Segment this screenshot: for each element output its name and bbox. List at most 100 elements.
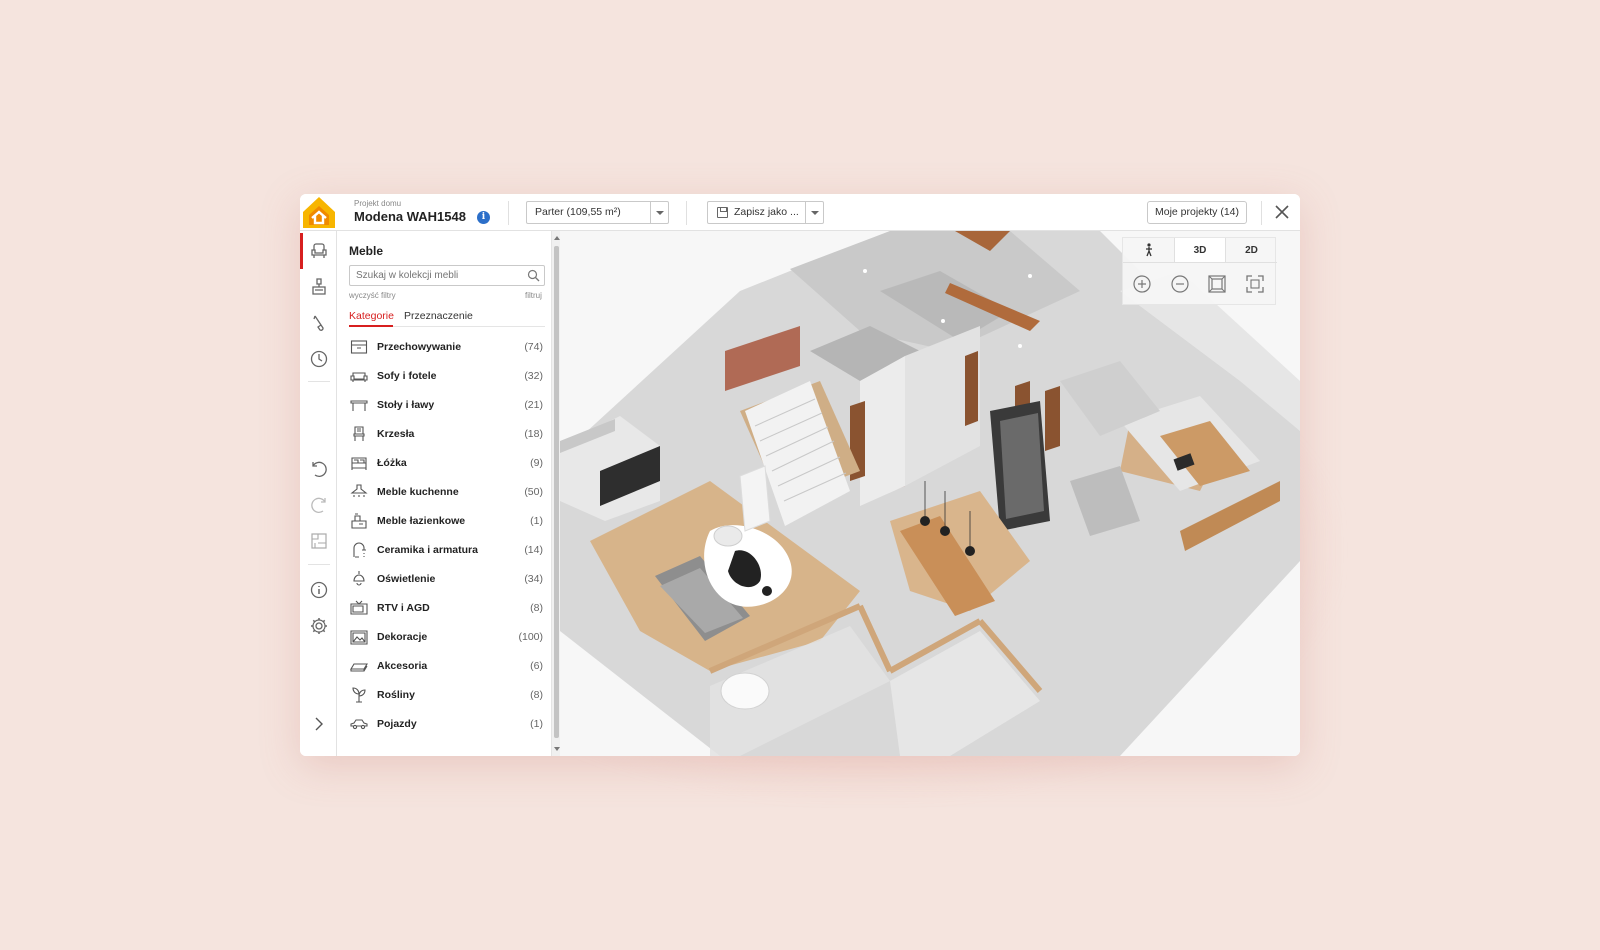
rug-icon [350, 663, 368, 672]
zoom-in-icon[interactable] [1131, 273, 1153, 295]
category-label: Oświetlenie [377, 573, 436, 585]
project-label: Projekt domu [354, 199, 402, 208]
category-count: (74) [524, 341, 543, 353]
category-label: Meble łazienkowe [377, 515, 466, 527]
category-label: Pojazdy [377, 718, 417, 730]
logo-icon [303, 197, 335, 228]
furniture-panel: Meble wyczyść filtry filtruj Kategorie P… [338, 231, 558, 756]
zoom-out-icon[interactable] [1169, 273, 1191, 295]
tool-rail [300, 231, 337, 756]
3d-mode-button[interactable]: 3D [1174, 238, 1225, 263]
chevron-right-icon[interactable] [309, 714, 329, 734]
clear-filters-link[interactable]: wyczyść filtry [349, 291, 396, 300]
chair-icon [353, 426, 365, 441]
my-projects-button[interactable]: Moje projekty (14) [1147, 201, 1247, 224]
scroll-thumb[interactable] [554, 246, 559, 738]
active-indicator [300, 233, 303, 269]
category-item-rtv-i-agd[interactable]: RTV i AGD (8) [349, 596, 545, 622]
fullscreen-icon[interactable] [1244, 273, 1266, 295]
category-item-ceramika-i-armatura[interactable]: Ceramika i armatura (14) [349, 538, 545, 564]
tv-icon [350, 600, 368, 615]
category-item-przechowywanie[interactable]: Przechowywanie (74) [349, 335, 545, 361]
sofa-icon [350, 372, 368, 382]
furniture-search-input[interactable] [349, 265, 545, 286]
top-bar: Projekt domu Modena WAH1548 i Parter (10… [300, 194, 1300, 231]
project-info-icon[interactable]: i [477, 211, 490, 224]
chevron-down-icon[interactable] [650, 202, 668, 223]
panel-scrollbar[interactable] [551, 231, 560, 756]
car-icon [350, 719, 368, 730]
house-3d-render[interactable] [560, 231, 1300, 756]
walk-mode-button[interactable] [1123, 238, 1174, 263]
paint-roller-icon[interactable] [309, 277, 329, 297]
category-count: (100) [518, 631, 543, 643]
bed-icon [351, 457, 367, 470]
divider [508, 201, 509, 225]
search-icon[interactable] [527, 269, 540, 282]
category-item-dekoracje[interactable]: Dekoracje (100) [349, 625, 545, 651]
category-count: (6) [530, 660, 543, 672]
category-item-akcesoria[interactable]: Akcesoria (6) [349, 654, 545, 680]
2d-mode-button[interactable]: 2D [1225, 238, 1277, 263]
info-icon[interactable] [309, 580, 329, 600]
furniture-armchair-icon[interactable] [309, 241, 329, 261]
save-icon [717, 207, 728, 218]
save-as-label: Zapisz jako ... [734, 206, 799, 218]
tab-kategorie[interactable]: Kategorie [349, 310, 394, 322]
category-item-sofy-i-fotele[interactable]: Sofy i fotele (32) [349, 364, 545, 390]
close-icon[interactable] [1272, 202, 1292, 222]
category-count: (50) [524, 486, 543, 498]
table-icon [350, 400, 368, 411]
settings-gear-icon[interactable] [309, 616, 329, 636]
3d-viewport[interactable]: 3D 2D [560, 231, 1300, 756]
chevron-down-icon[interactable] [805, 202, 823, 223]
kitchen-hood-icon [350, 484, 368, 497]
category-label: Krzesła [377, 428, 415, 440]
redo-icon[interactable] [309, 495, 329, 515]
category-item-pojazdy[interactable]: Pojazdy (1) [349, 712, 545, 738]
plant-icon [352, 687, 366, 703]
tab-przeznaczenie[interactable]: Przeznaczenie [404, 310, 473, 322]
undo-icon[interactable] [309, 459, 329, 479]
storage-box-icon [350, 340, 368, 354]
rail-divider [308, 564, 330, 565]
material-brush-icon[interactable] [309, 313, 329, 333]
category-count: (14) [524, 544, 543, 556]
fit-view-icon[interactable] [1206, 273, 1228, 295]
history-clock-icon[interactable] [309, 349, 329, 369]
filter-link[interactable]: filtruj [525, 291, 542, 300]
save-as-select[interactable]: Zapisz jako ... [707, 201, 824, 224]
category-item-meble-lazienkowe[interactable]: Meble łazienkowe (1) [349, 509, 545, 535]
category-count: (9) [530, 457, 543, 469]
category-item-oswietlenie[interactable]: Oświetlenie (34) [349, 567, 545, 593]
category-label: Sofy i fotele [377, 370, 437, 382]
project-name: Modena WAH1548 [354, 209, 466, 224]
category-item-lozka[interactable]: Łóżka (9) [349, 451, 545, 477]
floor-select[interactable]: Parter (109,55 m²) [526, 201, 669, 224]
category-count: (1) [530, 515, 543, 527]
floorplan-image-icon[interactable] [309, 531, 329, 551]
active-tab-indicator [349, 325, 393, 327]
category-label: Ceramika i armatura [377, 544, 478, 556]
app-window: Projekt domu Modena WAH1548 i Parter (10… [300, 194, 1300, 756]
panel-title: Meble [349, 244, 384, 258]
category-label: Rośliny [377, 689, 415, 701]
divider [686, 201, 687, 225]
category-label: Stoły i ławy [377, 399, 435, 411]
category-item-meble-kuchenne[interactable]: Meble kuchenne (50) [349, 480, 545, 506]
category-label: Przechowywanie [377, 341, 462, 353]
category-item-rosliny[interactable]: Rośliny (8) [349, 683, 545, 709]
rail-divider [308, 381, 330, 382]
faucet-icon [353, 542, 366, 558]
category-label: Dekoracje [377, 631, 428, 643]
category-count: (8) [530, 689, 543, 701]
lamp-icon [353, 571, 365, 586]
category-label: Meble kuchenne [377, 486, 459, 498]
category-item-krzesla[interactable]: Krzesła (18) [349, 422, 545, 448]
category-label: Akcesoria [377, 660, 428, 672]
category-count: (1) [530, 718, 543, 730]
view-controls: 3D 2D [1122, 237, 1277, 305]
category-count: (8) [530, 602, 543, 614]
category-item-stoly-i-lawy[interactable]: Stoły i ławy (21) [349, 393, 545, 419]
floor-select-value: Parter (109,55 m²) [535, 206, 621, 218]
